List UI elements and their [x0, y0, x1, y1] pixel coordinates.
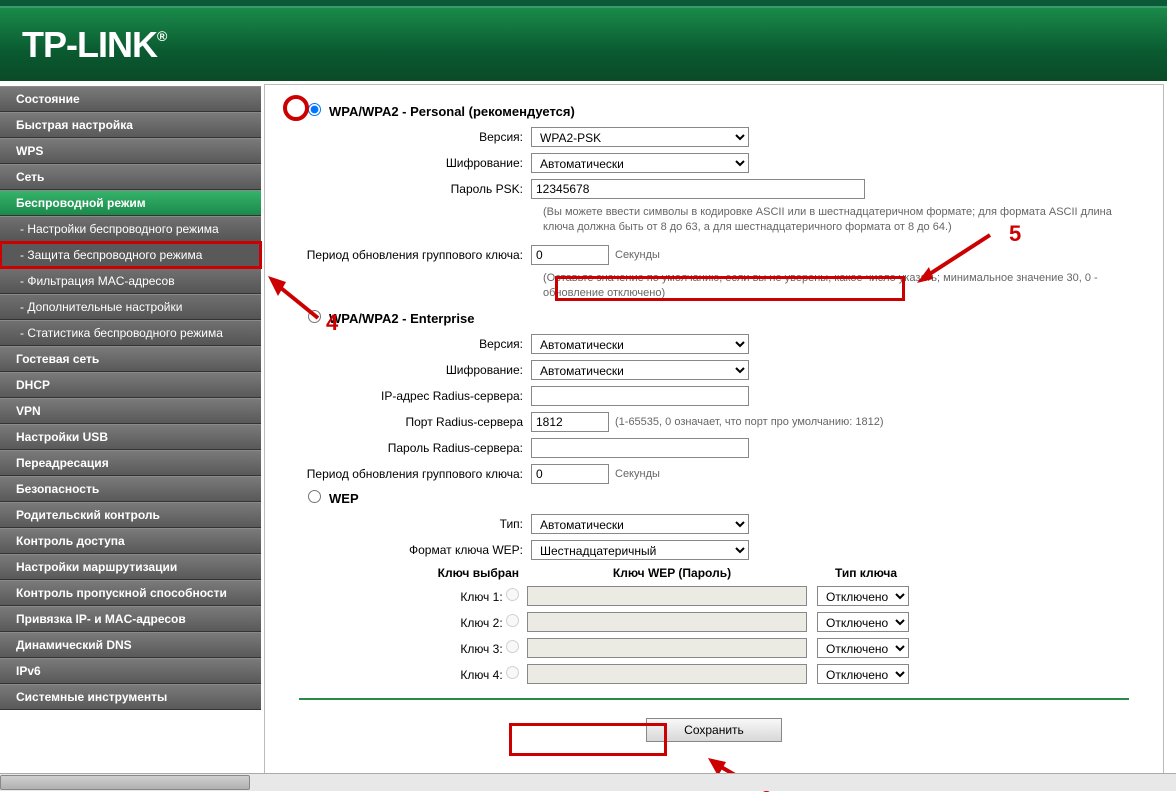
brand-logo: TP-LINK®	[22, 24, 166, 66]
sidebar-item-wps[interactable]: WPS	[0, 138, 261, 164]
sidebar-item-parental[interactable]: Родительский контроль	[0, 502, 261, 528]
input-key4[interactable]	[527, 664, 807, 684]
sidebar-item-wireless-security[interactable]: - Защита беспроводного режима	[0, 242, 261, 268]
annotation-number-4: 4	[326, 310, 338, 336]
input-key3[interactable]	[527, 638, 807, 658]
header: TP-LINK®	[0, 8, 1167, 81]
sidebar-item-mac-filter[interactable]: - Фильтрация MAC-адресов	[0, 268, 261, 294]
wep-row-1: Ключ 1: Отключено	[327, 586, 1129, 606]
input-ent-group[interactable]	[531, 464, 609, 484]
label-ent-version: Версия:	[299, 337, 531, 351]
input-radius-ip[interactable]	[531, 386, 749, 406]
label-wep-format: Формат ключа WEP:	[299, 543, 531, 557]
label-wep-type: Тип:	[299, 517, 531, 531]
sidebar-item-ipv6[interactable]: IPv6	[0, 658, 261, 684]
annotation-number-5: 5	[1009, 221, 1021, 247]
input-psk-password[interactable]	[531, 179, 865, 199]
radio-wpa-enterprise[interactable]	[308, 310, 321, 323]
horizontal-scrollbar[interactable]	[0, 773, 1176, 791]
label-key2: Ключ 2:	[460, 616, 502, 630]
hint-psk: (Вы можете ввести символы в кодировке AS…	[543, 205, 1129, 235]
col-wep-key: Ключ WEP (Пароль)	[527, 566, 817, 580]
sidebar-item-wireless[interactable]: Беспроводной режим	[0, 190, 261, 216]
sidebar-item-access-control[interactable]: Контроль доступа	[0, 528, 261, 554]
label-group-key: Период обновления группового ключа:	[299, 248, 531, 262]
input-key2[interactable]	[527, 612, 807, 632]
sidebar-item-system-tools[interactable]: Системные инструменты	[0, 684, 261, 710]
select-wep-format[interactable]: Шестнадцатеричный	[531, 540, 749, 560]
sidebar-item-network[interactable]: Сеть	[0, 164, 261, 190]
sidebar-item-routing[interactable]: Настройки маршрутизации	[0, 554, 261, 580]
content-panel: WPA/WPA2 - Personal (рекомендуется) Верс…	[264, 84, 1164, 784]
input-personal-group-key[interactable]	[531, 245, 609, 265]
select-key2-type[interactable]: Отключено	[817, 612, 909, 632]
unit-seconds-ent: Секунды	[615, 468, 660, 480]
label-radius-pw: Пароль Radius-сервера:	[299, 441, 531, 455]
input-radius-port[interactable]	[531, 412, 609, 432]
sidebar-item-wireless-stats[interactable]: - Статистика беспроводного режима	[0, 320, 261, 346]
wep-row-4: Ключ 4: Отключено	[327, 664, 1129, 684]
radio-key1[interactable]	[506, 588, 519, 601]
section-title-personal: WPA/WPA2 - Personal (рекомендуется)	[329, 104, 575, 119]
hint-group-key: (Оставьте значение по умолчанию, если вы…	[543, 271, 1129, 301]
select-key1-type[interactable]: Отключено	[817, 586, 909, 606]
select-personal-version[interactable]: WPA2-PSK	[531, 127, 749, 147]
sidebar-item-forwarding[interactable]: Переадресация	[0, 450, 261, 476]
section-title-enterprise: WPA/WPA2 - Enterprise	[329, 311, 474, 326]
col-key-selected: Ключ выбран	[327, 566, 527, 580]
radio-wep[interactable]	[308, 490, 321, 503]
label-encryption: Шифрование:	[299, 156, 531, 170]
label-radius-ip: IP-адрес Radius-сервера:	[299, 389, 531, 403]
input-key1[interactable]	[527, 586, 807, 606]
radio-key4[interactable]	[506, 666, 519, 679]
label-key4: Ключ 4:	[460, 668, 502, 682]
sidebar-item-security[interactable]: Безопасность	[0, 476, 261, 502]
select-personal-encryption[interactable]: Автоматически	[531, 153, 749, 173]
col-key-type: Тип ключа	[817, 566, 915, 580]
hint-radius-port: (1-65535, 0 означает, что порт про умолч…	[615, 416, 884, 428]
radio-key2[interactable]	[506, 614, 519, 627]
radio-key3[interactable]	[506, 640, 519, 653]
sidebar-item-vpn[interactable]: VPN	[0, 398, 261, 424]
sidebar-item-wireless-settings[interactable]: - Настройки беспроводного режима	[0, 216, 261, 242]
label-ent-group: Период обновления группового ключа:	[299, 467, 531, 481]
label-ent-encryption: Шифрование:	[299, 363, 531, 377]
label-key3: Ключ 3:	[460, 642, 502, 656]
sidebar-item-dhcp[interactable]: DHCP	[0, 372, 261, 398]
label-radius-port: Порт Radius-сервера	[299, 415, 531, 429]
section-title-wep: WEP	[329, 491, 359, 506]
input-radius-pw[interactable]	[531, 438, 749, 458]
sidebar-item-usb[interactable]: Настройки USB	[0, 424, 261, 450]
label-version: Версия:	[299, 130, 531, 144]
select-key3-type[interactable]: Отключено	[817, 638, 909, 658]
select-wep-type[interactable]: Автоматически	[531, 514, 749, 534]
wep-row-3: Ключ 3: Отключено	[327, 638, 1129, 658]
label-key1: Ключ 1:	[460, 590, 502, 604]
sidebar-item-wireless-advanced[interactable]: - Дополнительные настройки	[0, 294, 261, 320]
sidebar-item-ip-mac-binding[interactable]: Привязка IP- и MAC-адресов	[0, 606, 261, 632]
select-ent-encryption[interactable]: Автоматически	[531, 360, 749, 380]
sidebar-item-ddns[interactable]: Динамический DNS	[0, 632, 261, 658]
sidebar-item-guest[interactable]: Гостевая сеть	[0, 346, 261, 372]
select-key4-type[interactable]: Отключено	[817, 664, 909, 684]
sidebar-item-status[interactable]: Состояние	[0, 86, 261, 112]
unit-seconds: Секунды	[615, 249, 660, 261]
sidebar: Состояние Быстрая настройка WPS Сеть Бес…	[0, 81, 261, 784]
sidebar-item-quick-setup[interactable]: Быстрая настройка	[0, 112, 261, 138]
save-button[interactable]: Сохранить	[646, 718, 782, 742]
label-psk: Пароль PSK:	[299, 182, 531, 196]
select-ent-version[interactable]: Автоматически	[531, 334, 749, 354]
sidebar-item-bandwidth[interactable]: Контроль пропускной способности	[0, 580, 261, 606]
wep-row-2: Ключ 2: Отключено	[327, 612, 1129, 632]
radio-wpa-personal[interactable]	[308, 103, 321, 116]
